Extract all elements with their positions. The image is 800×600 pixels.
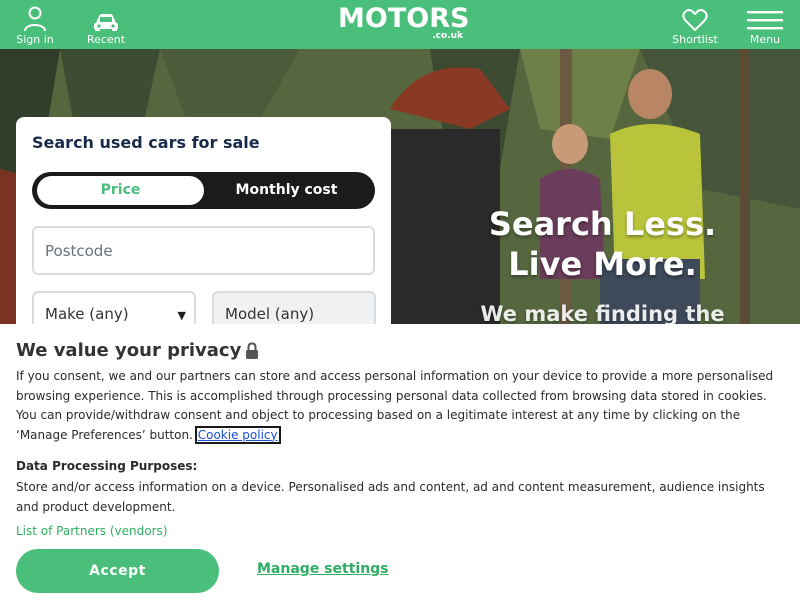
cookie-policy-link[interactable]: Cookie policy — [194, 425, 281, 444]
list-of-partners-link[interactable]: List of Partners (vendors) — [16, 522, 784, 540]
recent-button[interactable]: Recent — [86, 0, 126, 49]
hero-headline-line-2: Live More. — [508, 245, 697, 283]
top-navigation-bar: Sign in Recent MOTORS .co.uk Shortlist M… — [0, 0, 800, 49]
lock-icon — [246, 342, 259, 359]
cookie-banner-description: If you consent, we and our partners can … — [16, 367, 784, 445]
sign-in-button[interactable]: Sign in — [14, 0, 56, 49]
data-processing-purposes-text: Store and/or access information on a dev… — [16, 480, 765, 514]
postcode-input[interactable] — [32, 226, 375, 275]
chevron-down-icon: ▼ — [177, 309, 186, 322]
hero-headline-line-1: Search Less. — [488, 205, 717, 243]
search-card: Search used cars for sale Price Monthly … — [16, 117, 391, 347]
hero-subheadline: We make finding the — [480, 302, 725, 324]
sign-in-label: Sign in — [16, 33, 54, 46]
model-select-value: Model (any) — [225, 305, 315, 323]
user-icon — [24, 6, 46, 32]
make-select-value: Make (any) — [45, 305, 129, 323]
shortlist-label: Shortlist — [672, 33, 718, 46]
search-card-title: Search used cars for sale — [32, 133, 260, 152]
cookie-banner-title: We value your privacy — [16, 340, 784, 362]
heart-icon — [682, 9, 708, 31]
hero-headline: Search Less. Live More. — [470, 204, 735, 284]
shortlist-button[interactable]: Shortlist — [672, 0, 718, 49]
accept-button[interactable]: Accept — [16, 549, 219, 593]
logo-text: MOTORS — [338, 3, 470, 34]
cookie-banner-title-text: We value your privacy — [16, 340, 242, 361]
motors-logo[interactable]: MOTORS .co.uk — [338, 3, 470, 44]
manage-settings-link[interactable]: Manage settings — [257, 561, 389, 577]
data-processing-purposes-heading: Data Processing Purposes: — [16, 459, 198, 473]
hamburger-menu-icon — [747, 11, 783, 30]
monthly-cost-toggle-option[interactable]: Monthly cost — [203, 176, 370, 205]
recent-label: Recent — [86, 33, 126, 46]
menu-button[interactable]: Menu — [746, 0, 784, 49]
cookie-consent-banner: We value your privacy If you consent, we… — [0, 324, 800, 600]
menu-label: Menu — [749, 33, 781, 46]
price-toggle-option[interactable]: Price — [37, 176, 204, 205]
car-icon — [94, 14, 118, 31]
cookie-banner-body-text: If you consent, we and our partners can … — [16, 369, 774, 442]
price-mode-toggle: Price Monthly cost — [32, 172, 375, 209]
